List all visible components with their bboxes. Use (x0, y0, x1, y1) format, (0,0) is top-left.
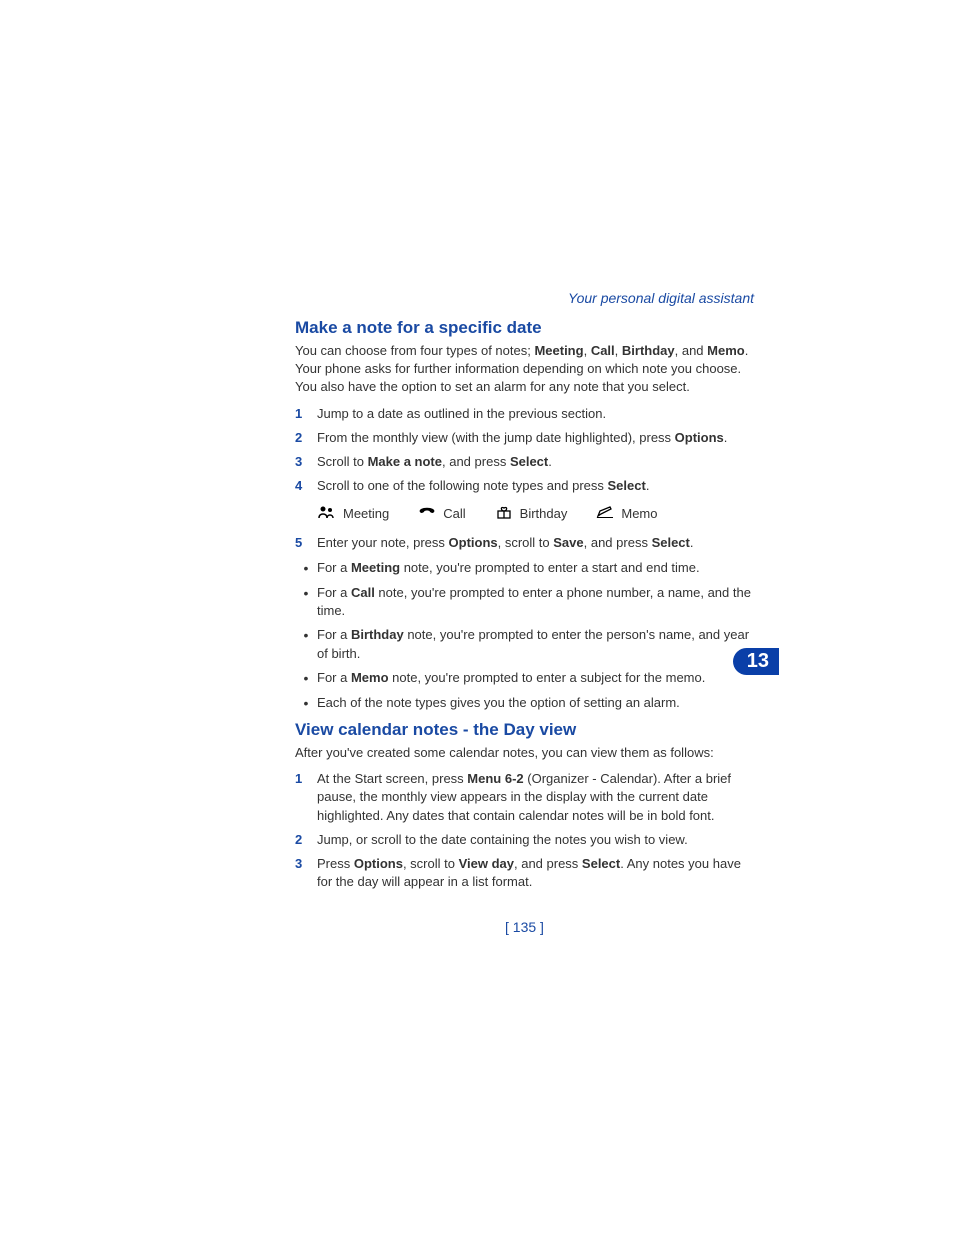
section2-heading: View calendar notes - the Day view (295, 720, 754, 740)
gift-icon (494, 505, 514, 522)
step: 1 Jump to a date as outlined in the prev… (295, 405, 754, 423)
chapter-tab: 13 (733, 648, 779, 675)
step: 3 Scroll to Make a note, and press Selec… (295, 453, 754, 471)
icon-birthday: Birthday (494, 505, 568, 522)
note-type-icons: Meeting Call Birthday Memo (317, 505, 754, 522)
step: 2 Jump, or scroll to the date containing… (295, 831, 754, 849)
section2-intro: After you've created some calendar notes… (295, 744, 754, 762)
section1-intro: You can choose from four types of notes;… (295, 342, 754, 397)
bullet: For a Memo note, you're prompted to ente… (295, 669, 754, 689)
bullet: Each of the note types gives you the opt… (295, 694, 754, 714)
step: 3 Press Options, scroll to View day, and… (295, 855, 754, 891)
section1-steps: 1 Jump to a date as outlined in the prev… (295, 405, 754, 496)
bullet: For a Birthday note, you're prompted to … (295, 626, 754, 662)
step: 2 From the monthly view (with the jump d… (295, 429, 754, 447)
phone-icon (417, 505, 437, 522)
step: 4 Scroll to one of the following note ty… (295, 477, 754, 495)
people-icon (317, 505, 337, 522)
bullet: For a Meeting note, you're prompted to e… (295, 559, 754, 579)
section1-heading: Make a note for a specific date (295, 318, 754, 338)
icon-meeting: Meeting (317, 505, 389, 522)
step: 5 Enter your note, press Options, scroll… (295, 534, 754, 552)
bullet: For a Call note, you're prompted to ente… (295, 584, 754, 620)
section1-steps-cont: 5 Enter your note, press Options, scroll… (295, 534, 754, 552)
running-header: Your personal digital assistant (295, 290, 754, 306)
page-number: [ 135 ] (295, 919, 754, 935)
section2-steps: 1 At the Start screen, press Menu 6-2 (O… (295, 770, 754, 891)
step: 1 At the Start screen, press Menu 6-2 (O… (295, 770, 754, 825)
pencil-icon (595, 505, 615, 522)
icon-call: Call (417, 505, 465, 522)
section1-bullets: For a Meeting note, you're prompted to e… (295, 559, 754, 715)
icon-memo: Memo (595, 505, 657, 522)
